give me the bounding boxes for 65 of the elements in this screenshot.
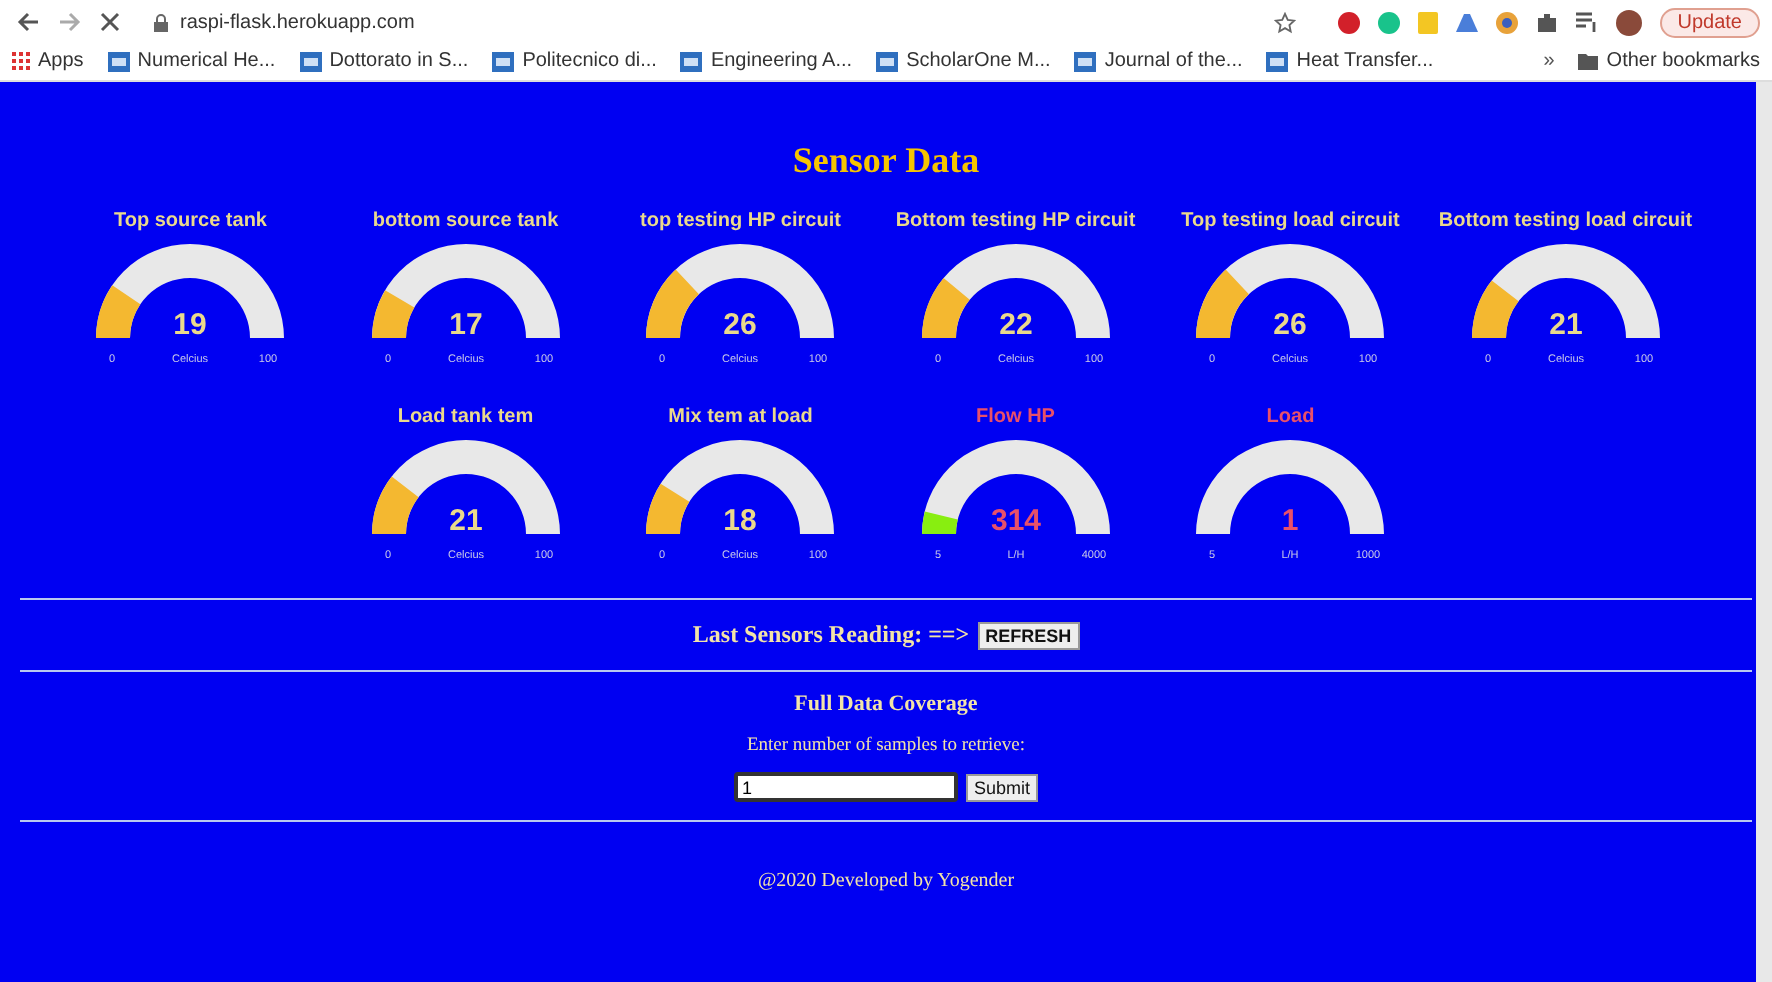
section-title: Full Data Coverage: [792, 692, 980, 716]
gauge-title: bottom source tank: [372, 210, 559, 236]
gauge-fill: [1196, 269, 1250, 338]
samples-prompt: Enter number of samples to retrieve:: [744, 736, 1028, 756]
avatar-icon[interactable]: [1615, 9, 1642, 35]
gauge-fill: [371, 290, 414, 338]
back-icon[interactable]: [16, 10, 40, 34]
page-icon: [876, 51, 899, 71]
samples-field[interactable]: 1: [733, 772, 958, 802]
page-icon: [1266, 51, 1289, 71]
gauge-fill: [646, 483, 690, 534]
scrollbar[interactable]: [1756, 82, 1772, 982]
gauge-fill: [371, 476, 419, 534]
gauge-value: 18: [723, 504, 758, 538]
gauge-value: 19: [173, 308, 208, 342]
gauge-title: Load tank tem: [397, 406, 534, 432]
footer-text: @2020 Developed by Yogender: [755, 870, 1017, 892]
gauge-value: 22: [998, 308, 1033, 342]
gauge-title: top testing HP circuit: [640, 210, 841, 236]
gauge-fill: [646, 269, 700, 338]
gauge-value: 314: [990, 504, 1041, 538]
page-title: Sensor Data: [790, 140, 982, 182]
bookmark-item[interactable]: Engineering A...: [680, 50, 853, 72]
close-icon[interactable]: [100, 12, 120, 32]
other-bookmarks[interactable]: Other bookmarks: [1578, 50, 1760, 72]
gauge-value: 26: [1273, 308, 1308, 342]
gauge-title: Bottom testing HP circuit: [895, 210, 1136, 236]
folder-icon: [1578, 53, 1599, 69]
page-icon: [1074, 51, 1097, 71]
gauge-fill: [1471, 280, 1519, 338]
update-button[interactable]: Update: [1659, 7, 1760, 37]
gauge-title: Load: [1266, 406, 1315, 432]
bookmark-item[interactable]: ScholarOne M...: [876, 50, 1051, 72]
gauge-title: Flow HP: [976, 406, 1055, 432]
gauge-title: Mix tem at load: [668, 406, 813, 432]
playlist-icon[interactable]: [1575, 12, 1598, 32]
bookmark-item[interactable]: Apps: [12, 50, 84, 72]
bookmark-item[interactable]: Politecnico di...: [492, 50, 657, 72]
last-reading-label: Last Sensors Reading: ==>: [692, 620, 970, 650]
submit-button[interactable]: Submit: [965, 773, 1038, 801]
gauge-title: Top testing load circuit: [1181, 210, 1400, 236]
page-icon: [492, 51, 515, 71]
star-icon[interactable]: [1273, 11, 1296, 33]
bookmark-item[interactable]: Heat Transfer...: [1266, 50, 1434, 72]
gauge-fill: [96, 285, 141, 338]
page-icon: [680, 51, 703, 71]
apps-icon: [12, 52, 30, 70]
gauge-value: 21: [1548, 308, 1583, 342]
page-icon: [107, 51, 130, 71]
gauge-value: 17: [448, 308, 483, 342]
gauge-title: Bottom testing load circuit: [1438, 210, 1693, 236]
gauge-value: 1: [1282, 504, 1299, 538]
bookmark-item[interactable]: Numerical He...: [107, 50, 276, 72]
url-text: raspi-flask.herokuapp.com: [180, 11, 417, 33]
gauge-value: 26: [723, 308, 758, 342]
gauge-fill: [921, 278, 970, 338]
gauge-value: 21: [448, 504, 483, 538]
refresh-button[interactable]: REFRESH: [977, 621, 1080, 649]
gauge-fill: [921, 511, 958, 534]
page-icon: [299, 51, 322, 71]
bookmark-item[interactable]: Journal of the...: [1074, 50, 1243, 72]
lock-icon: [154, 13, 168, 31]
more-bookmarks[interactable]: »: [1543, 50, 1555, 72]
bookmark-item[interactable]: Dottorato in S...: [299, 50, 469, 72]
gauge-title: Top source tank: [114, 210, 267, 236]
